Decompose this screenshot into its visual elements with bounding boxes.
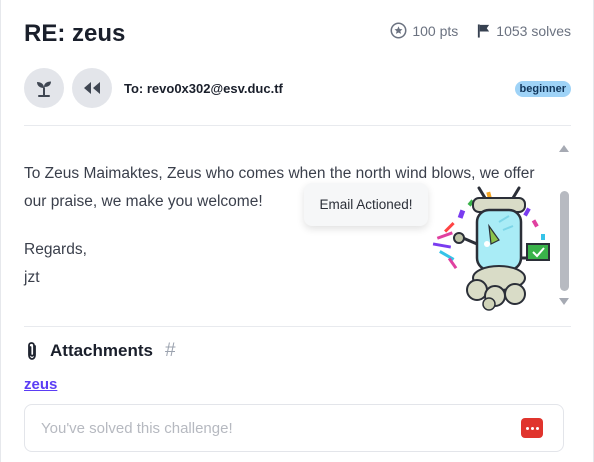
rewind-icon bbox=[84, 82, 100, 94]
paperclip-icon bbox=[28, 342, 36, 360]
header-divider bbox=[24, 125, 571, 126]
attachments-anchor-link[interactable]: # bbox=[165, 340, 176, 362]
attachment-file-link[interactable]: zeus bbox=[24, 376, 57, 393]
attachments-divider bbox=[24, 326, 571, 327]
difficulty-badge: beginner bbox=[514, 81, 571, 97]
action-toast: Email Actioned! bbox=[304, 183, 428, 226]
solves-indicator: 1053 solves bbox=[476, 23, 571, 39]
points-indicator: 100 pts bbox=[390, 22, 458, 39]
attachments-header: Attachments # bbox=[24, 340, 176, 362]
points-label: 100 pts bbox=[412, 22, 459, 39]
rewind-button[interactable] bbox=[72, 68, 112, 108]
challenge-title: RE: zeus bbox=[24, 20, 126, 47]
flag-icon bbox=[478, 23, 490, 38]
scroll-up-arrow[interactable] bbox=[559, 145, 569, 152]
flag-input-box bbox=[24, 404, 564, 452]
flag-input[interactable] bbox=[41, 405, 511, 451]
star-circle-icon bbox=[390, 22, 407, 39]
celebration-mascot bbox=[432, 186, 550, 311]
scrollbar-thumb[interactable] bbox=[560, 191, 569, 291]
attachments-title: Attachments bbox=[50, 341, 153, 360]
solves-label: 1053 solves bbox=[496, 22, 571, 39]
mascot-body bbox=[466, 265, 526, 311]
password-manager-icon[interactable] bbox=[521, 418, 543, 438]
recipient-line: To: revo0x302@esv.duc.tf bbox=[124, 81, 283, 96]
challenge-meta: 100 pts 1053 solves bbox=[390, 22, 571, 39]
plant-button[interactable] bbox=[24, 68, 64, 108]
sprout-icon bbox=[37, 81, 51, 97]
mascot-head bbox=[472, 186, 526, 272]
challenge-card: RE: zeus 100 pts 1053 solves To: revo0x3… bbox=[0, 0, 594, 462]
